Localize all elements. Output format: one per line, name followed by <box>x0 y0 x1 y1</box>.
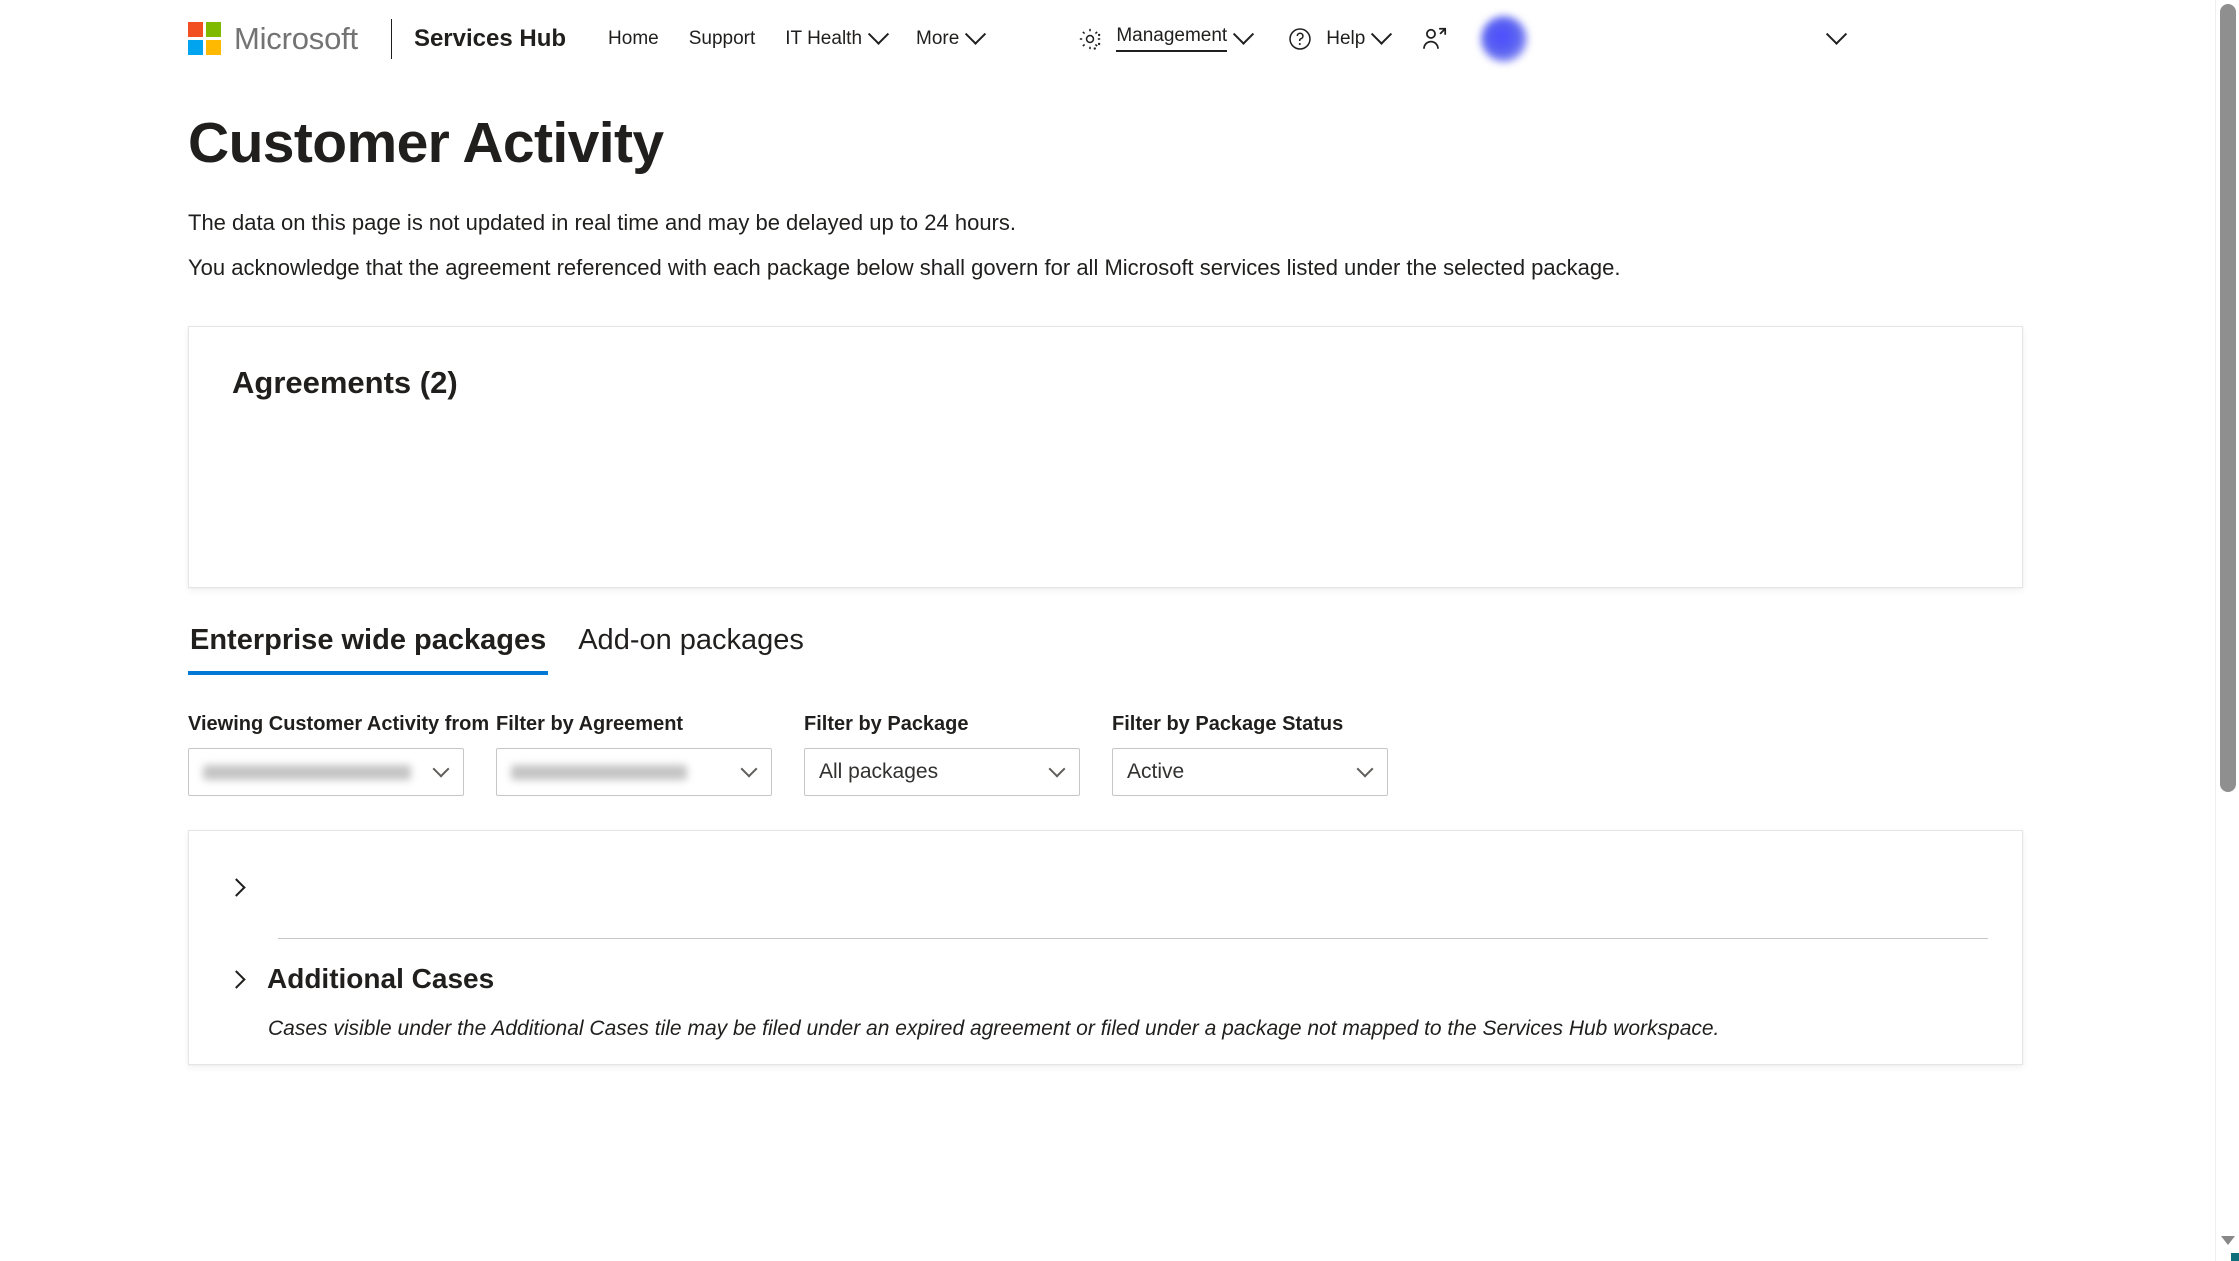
tab-add-on-packages[interactable]: Add-on packages <box>576 624 806 675</box>
question-circle-icon <box>1283 22 1317 56</box>
chevron-right-icon[interactable] <box>223 872 253 902</box>
chevron-down-icon <box>1371 23 1393 45</box>
nav-item-help-label: Help <box>1326 27 1366 49</box>
primary-nav: Home Support IT Health More <box>594 20 997 58</box>
top-navigation-bar: Microsoft Services Hub Home Support IT H… <box>0 0 2239 78</box>
chevron-down-icon <box>1826 23 1848 45</box>
additional-cases-note: Cases visible under the Additional Cases… <box>268 1017 1720 1041</box>
nav-item-support-label: Support <box>688 27 756 49</box>
secondary-nav: Management Help <box>1059 14 1848 64</box>
filter-bar: Viewing Customer Activity from Filter by… <box>188 713 2239 797</box>
chevron-down-icon <box>432 760 450 778</box>
product-name: Services Hub <box>413 24 567 52</box>
filter-by-package-select[interactable]: All packages <box>804 748 1080 797</box>
nav-item-support[interactable]: Support <box>675 20 770 58</box>
microsoft-logo-group[interactable]: Microsoft <box>188 21 358 57</box>
nav-item-more-label: More <box>916 27 960 49</box>
selected-value: Active <box>1127 760 1185 784</box>
selected-value: All packages <box>819 760 939 784</box>
chevron-down-icon <box>1048 760 1066 778</box>
nav-item-home-label: Home <box>608 27 659 49</box>
avatar <box>1481 15 1528 62</box>
scrollbar-thumb[interactable] <box>2220 4 2236 792</box>
logo-square-green <box>206 22 221 37</box>
chevron-down-icon <box>867 23 890 45</box>
nav-item-help[interactable]: Help <box>1269 14 1403 64</box>
filter-by-package-status: Filter by Package Status Active <box>1112 713 1388 797</box>
vertical-scrollbar[interactable] <box>2215 0 2239 1261</box>
filter-label: Filter by Package <box>804 713 969 736</box>
additional-cases-row[interactable]: Additional Cases <box>189 939 2022 995</box>
app-root: Microsoft Services Hub Home Support IT H… <box>0 0 2239 1261</box>
chevron-down-icon <box>740 760 758 778</box>
selected-value-redacted <box>203 764 411 780</box>
main-content: Customer Activity The data on this page … <box>0 111 2239 1066</box>
caret-down-icon[interactable] <box>2221 1236 2235 1245</box>
chevron-right-icon[interactable] <box>223 964 253 994</box>
additional-cases-title: Additional Cases <box>267 963 495 995</box>
nav-item-management-label: Management <box>1116 25 1228 52</box>
page-description: The data on this page is not updated in … <box>188 207 2239 285</box>
nav-item-home[interactable]: Home <box>594 20 673 58</box>
agreements-card: Agreements (2) <box>188 326 2023 589</box>
microsoft-logo-icon <box>188 22 221 55</box>
chevron-down-icon <box>1233 23 1255 45</box>
chevron-down-icon <box>1356 760 1374 778</box>
description-line-1: The data on this page is not updated in … <box>188 209 1016 235</box>
filter-by-agreement: Filter by Agreement <box>496 713 772 797</box>
filter-label: Filter by Package Status <box>1112 713 1344 736</box>
filter-viewing-customer-activity-from: Viewing Customer Activity from <box>188 713 490 797</box>
package-row[interactable] <box>189 831 2022 902</box>
nav-item-management[interactable]: Management <box>1059 14 1265 64</box>
chevron-down-icon <box>965 23 987 45</box>
filter-by-agreement-select[interactable] <box>496 748 772 797</box>
logo-square-red <box>188 22 203 37</box>
description-line-2: You acknowledge that the agreement refer… <box>188 255 1621 281</box>
selected-value-redacted <box>511 764 687 780</box>
microsoft-wordmark: Microsoft <box>234 20 358 56</box>
filter-by-package: Filter by Package All packages <box>804 713 1080 797</box>
brand-divider <box>390 18 392 59</box>
logo-square-blue <box>188 40 203 55</box>
viewing-customer-activity-from-select[interactable] <box>188 748 464 797</box>
nav-item-it-health-label: IT Health <box>785 27 863 49</box>
nav-item-more[interactable]: More <box>902 20 997 58</box>
nav-item-it-health[interactable]: IT Health <box>771 20 900 58</box>
packages-panel: Additional Cases Cases visible under the… <box>188 830 2023 1066</box>
filter-label: Viewing Customer Activity from <box>188 713 490 736</box>
window-corner <box>2231 1253 2239 1261</box>
tab-enterprise-wide-packages[interactable]: Enterprise wide packages <box>188 624 549 676</box>
agreements-title: Agreements (2) <box>232 365 458 401</box>
filter-by-package-status-select[interactable]: Active <box>1112 748 1388 797</box>
package-tabs: Enterprise wide packages Add-on packages <box>188 624 2239 676</box>
person-add-icon[interactable] <box>1417 22 1451 56</box>
page-title: Customer Activity <box>188 111 664 175</box>
account-menu[interactable] <box>1481 15 1848 62</box>
gear-icon <box>1073 22 1107 56</box>
logo-square-yellow <box>206 40 221 55</box>
filter-label: Filter by Agreement <box>496 713 684 736</box>
